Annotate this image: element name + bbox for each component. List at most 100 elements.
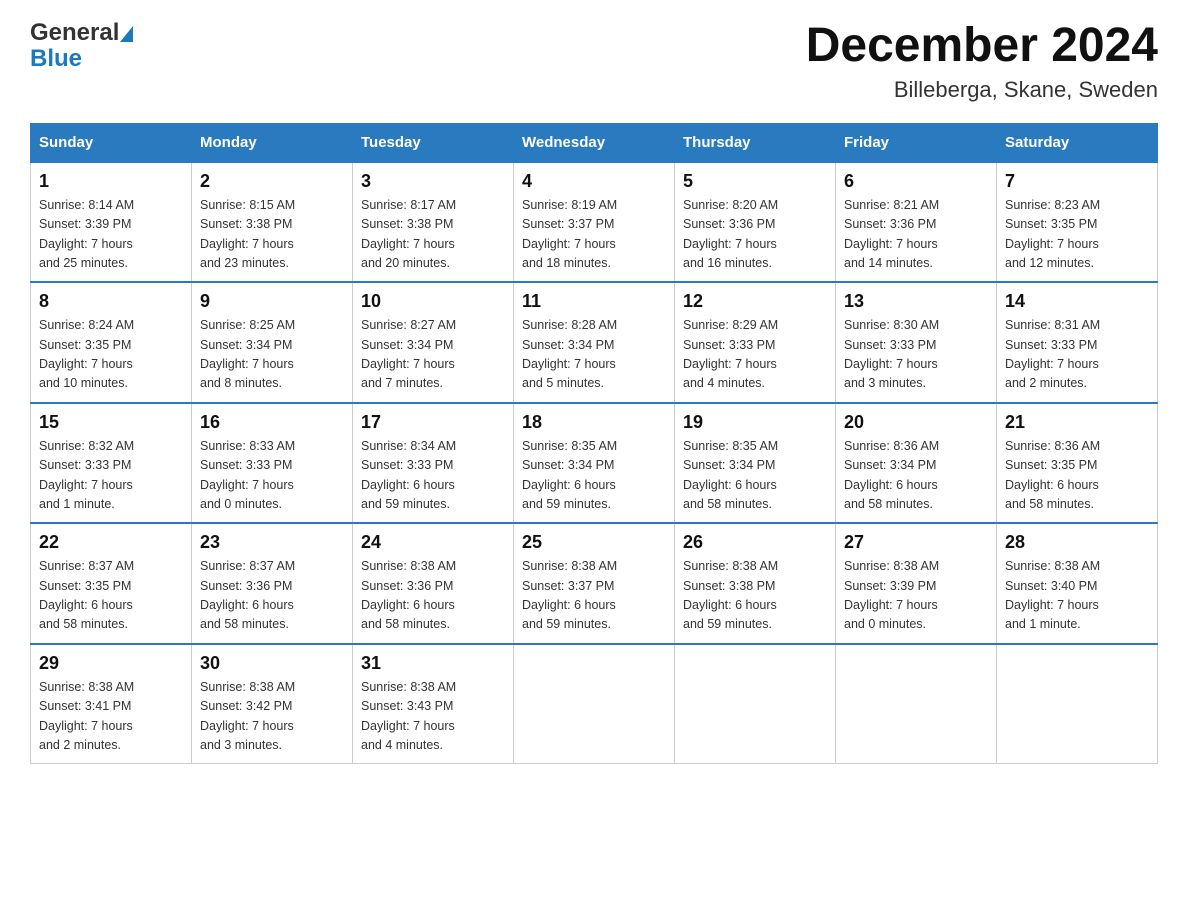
calendar-cell-w5-d5 bbox=[836, 644, 997, 764]
day-info: Sunrise: 8:23 AMSunset: 3:35 PMDaylight:… bbox=[1005, 196, 1149, 274]
day-number: 8 bbox=[39, 291, 183, 312]
calendar-cell-w3-d5: 20 Sunrise: 8:36 AMSunset: 3:34 PMDaylig… bbox=[836, 403, 997, 524]
calendar-cell-w4-d4: 26 Sunrise: 8:38 AMSunset: 3:38 PMDaylig… bbox=[675, 523, 836, 644]
logo-wordmark: General Blue bbox=[30, 20, 134, 73]
day-info: Sunrise: 8:25 AMSunset: 3:34 PMDaylight:… bbox=[200, 316, 344, 394]
calendar-month-year: December 2024 bbox=[806, 20, 1158, 73]
day-info: Sunrise: 8:17 AMSunset: 3:38 PMDaylight:… bbox=[361, 196, 505, 274]
calendar-cell-w5-d3 bbox=[514, 644, 675, 764]
day-number: 30 bbox=[200, 653, 344, 674]
calendar-week-5: 29 Sunrise: 8:38 AMSunset: 3:41 PMDaylig… bbox=[31, 644, 1158, 764]
calendar-cell-w4-d3: 25 Sunrise: 8:38 AMSunset: 3:37 PMDaylig… bbox=[514, 523, 675, 644]
day-number: 23 bbox=[200, 532, 344, 553]
day-info: Sunrise: 8:38 AMSunset: 3:38 PMDaylight:… bbox=[683, 557, 827, 635]
day-info: Sunrise: 8:24 AMSunset: 3:35 PMDaylight:… bbox=[39, 316, 183, 394]
calendar-cell-w3-d6: 21 Sunrise: 8:36 AMSunset: 3:35 PMDaylig… bbox=[997, 403, 1158, 524]
weekday-header-row: Sunday Monday Tuesday Wednesday Thursday… bbox=[31, 123, 1158, 162]
calendar-cell-w1-d6: 7 Sunrise: 8:23 AMSunset: 3:35 PMDayligh… bbox=[997, 162, 1158, 283]
day-number: 7 bbox=[1005, 171, 1149, 192]
day-info: Sunrise: 8:33 AMSunset: 3:33 PMDaylight:… bbox=[200, 437, 344, 515]
day-info: Sunrise: 8:38 AMSunset: 3:39 PMDaylight:… bbox=[844, 557, 988, 635]
calendar-week-3: 15 Sunrise: 8:32 AMSunset: 3:33 PMDaylig… bbox=[31, 403, 1158, 524]
day-number: 28 bbox=[1005, 532, 1149, 553]
day-number: 31 bbox=[361, 653, 505, 674]
header-saturday: Saturday bbox=[997, 123, 1158, 162]
day-info: Sunrise: 8:38 AMSunset: 3:41 PMDaylight:… bbox=[39, 678, 183, 756]
day-info: Sunrise: 8:36 AMSunset: 3:34 PMDaylight:… bbox=[844, 437, 988, 515]
day-number: 6 bbox=[844, 171, 988, 192]
calendar-cell-w5-d2: 31 Sunrise: 8:38 AMSunset: 3:43 PMDaylig… bbox=[353, 644, 514, 764]
day-info: Sunrise: 8:14 AMSunset: 3:39 PMDaylight:… bbox=[39, 196, 183, 274]
calendar-cell-w5-d1: 30 Sunrise: 8:38 AMSunset: 3:42 PMDaylig… bbox=[192, 644, 353, 764]
day-info: Sunrise: 8:21 AMSunset: 3:36 PMDaylight:… bbox=[844, 196, 988, 274]
day-info: Sunrise: 8:15 AMSunset: 3:38 PMDaylight:… bbox=[200, 196, 344, 274]
calendar-table: Sunday Monday Tuesday Wednesday Thursday… bbox=[30, 123, 1158, 765]
calendar-header: Sunday Monday Tuesday Wednesday Thursday… bbox=[31, 123, 1158, 162]
day-number: 11 bbox=[522, 291, 666, 312]
day-info: Sunrise: 8:34 AMSunset: 3:33 PMDaylight:… bbox=[361, 437, 505, 515]
calendar-cell-w2-d0: 8 Sunrise: 8:24 AMSunset: 3:35 PMDayligh… bbox=[31, 282, 192, 403]
calendar-cell-w2-d3: 11 Sunrise: 8:28 AMSunset: 3:34 PMDaylig… bbox=[514, 282, 675, 403]
calendar-cell-w3-d2: 17 Sunrise: 8:34 AMSunset: 3:33 PMDaylig… bbox=[353, 403, 514, 524]
day-info: Sunrise: 8:28 AMSunset: 3:34 PMDaylight:… bbox=[522, 316, 666, 394]
calendar-cell-w4-d2: 24 Sunrise: 8:38 AMSunset: 3:36 PMDaylig… bbox=[353, 523, 514, 644]
calendar-cell-w2-d5: 13 Sunrise: 8:30 AMSunset: 3:33 PMDaylig… bbox=[836, 282, 997, 403]
day-number: 27 bbox=[844, 532, 988, 553]
day-number: 12 bbox=[683, 291, 827, 312]
day-info: Sunrise: 8:38 AMSunset: 3:36 PMDaylight:… bbox=[361, 557, 505, 635]
day-number: 4 bbox=[522, 171, 666, 192]
calendar-cell-w1-d0: 1 Sunrise: 8:14 AMSunset: 3:39 PMDayligh… bbox=[31, 162, 192, 283]
day-number: 25 bbox=[522, 532, 666, 553]
day-number: 20 bbox=[844, 412, 988, 433]
day-number: 29 bbox=[39, 653, 183, 674]
header-sunday: Sunday bbox=[31, 123, 192, 162]
calendar-title-block: December 2024 Billeberga, Skane, Sweden bbox=[806, 20, 1158, 103]
day-info: Sunrise: 8:29 AMSunset: 3:33 PMDaylight:… bbox=[683, 316, 827, 394]
day-number: 2 bbox=[200, 171, 344, 192]
calendar-cell-w2-d1: 9 Sunrise: 8:25 AMSunset: 3:34 PMDayligh… bbox=[192, 282, 353, 403]
calendar-cell-w4-d1: 23 Sunrise: 8:37 AMSunset: 3:36 PMDaylig… bbox=[192, 523, 353, 644]
day-number: 16 bbox=[200, 412, 344, 433]
day-number: 1 bbox=[39, 171, 183, 192]
calendar-cell-w3-d4: 19 Sunrise: 8:35 AMSunset: 3:34 PMDaylig… bbox=[675, 403, 836, 524]
calendar-body: 1 Sunrise: 8:14 AMSunset: 3:39 PMDayligh… bbox=[31, 162, 1158, 764]
calendar-cell-w1-d2: 3 Sunrise: 8:17 AMSunset: 3:38 PMDayligh… bbox=[353, 162, 514, 283]
calendar-cell-w3-d0: 15 Sunrise: 8:32 AMSunset: 3:33 PMDaylig… bbox=[31, 403, 192, 524]
day-number: 17 bbox=[361, 412, 505, 433]
header-wednesday: Wednesday bbox=[514, 123, 675, 162]
header-tuesday: Tuesday bbox=[353, 123, 514, 162]
calendar-cell-w1-d1: 2 Sunrise: 8:15 AMSunset: 3:38 PMDayligh… bbox=[192, 162, 353, 283]
calendar-cell-w3-d1: 16 Sunrise: 8:33 AMSunset: 3:33 PMDaylig… bbox=[192, 403, 353, 524]
day-info: Sunrise: 8:35 AMSunset: 3:34 PMDaylight:… bbox=[522, 437, 666, 515]
day-number: 22 bbox=[39, 532, 183, 553]
calendar-cell-w1-d5: 6 Sunrise: 8:21 AMSunset: 3:36 PMDayligh… bbox=[836, 162, 997, 283]
day-number: 3 bbox=[361, 171, 505, 192]
day-info: Sunrise: 8:30 AMSunset: 3:33 PMDaylight:… bbox=[844, 316, 988, 394]
day-info: Sunrise: 8:31 AMSunset: 3:33 PMDaylight:… bbox=[1005, 316, 1149, 394]
day-info: Sunrise: 8:37 AMSunset: 3:35 PMDaylight:… bbox=[39, 557, 183, 635]
day-info: Sunrise: 8:35 AMSunset: 3:34 PMDaylight:… bbox=[683, 437, 827, 515]
logo: General Blue bbox=[30, 20, 134, 73]
day-info: Sunrise: 8:37 AMSunset: 3:36 PMDaylight:… bbox=[200, 557, 344, 635]
day-number: 19 bbox=[683, 412, 827, 433]
day-info: Sunrise: 8:27 AMSunset: 3:34 PMDaylight:… bbox=[361, 316, 505, 394]
day-number: 24 bbox=[361, 532, 505, 553]
day-info: Sunrise: 8:20 AMSunset: 3:36 PMDaylight:… bbox=[683, 196, 827, 274]
day-number: 21 bbox=[1005, 412, 1149, 433]
page-header: General Blue December 2024 Billeberga, S… bbox=[30, 20, 1158, 103]
day-number: 14 bbox=[1005, 291, 1149, 312]
calendar-cell-w4-d0: 22 Sunrise: 8:37 AMSunset: 3:35 PMDaylig… bbox=[31, 523, 192, 644]
day-info: Sunrise: 8:38 AMSunset: 3:43 PMDaylight:… bbox=[361, 678, 505, 756]
calendar-cell-w2-d4: 12 Sunrise: 8:29 AMSunset: 3:33 PMDaylig… bbox=[675, 282, 836, 403]
calendar-cell-w1-d3: 4 Sunrise: 8:19 AMSunset: 3:37 PMDayligh… bbox=[514, 162, 675, 283]
calendar-cell-w2-d6: 14 Sunrise: 8:31 AMSunset: 3:33 PMDaylig… bbox=[997, 282, 1158, 403]
calendar-week-4: 22 Sunrise: 8:37 AMSunset: 3:35 PMDaylig… bbox=[31, 523, 1158, 644]
calendar-cell-w4-d5: 27 Sunrise: 8:38 AMSunset: 3:39 PMDaylig… bbox=[836, 523, 997, 644]
day-info: Sunrise: 8:38 AMSunset: 3:37 PMDaylight:… bbox=[522, 557, 666, 635]
day-info: Sunrise: 8:19 AMSunset: 3:37 PMDaylight:… bbox=[522, 196, 666, 274]
day-number: 9 bbox=[200, 291, 344, 312]
day-number: 5 bbox=[683, 171, 827, 192]
calendar-week-1: 1 Sunrise: 8:14 AMSunset: 3:39 PMDayligh… bbox=[31, 162, 1158, 283]
calendar-cell-w1-d4: 5 Sunrise: 8:20 AMSunset: 3:36 PMDayligh… bbox=[675, 162, 836, 283]
calendar-location: Billeberga, Skane, Sweden bbox=[806, 77, 1158, 103]
